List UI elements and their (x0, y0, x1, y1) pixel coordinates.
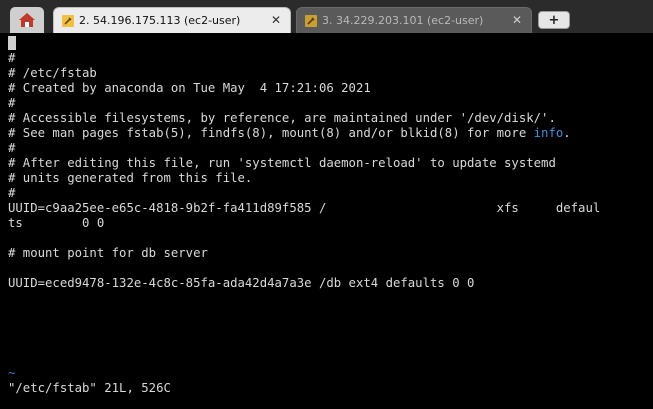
tab-session-2[interactable]: 2. 54.196.175.113 (ec2-user) ✕ (53, 7, 291, 33)
tab-bar: 2. 54.196.175.113 (ec2-user) ✕ 3. 34.229… (0, 0, 653, 33)
wrench-icon (305, 14, 317, 27)
terminal-line: # (8, 186, 16, 200)
empty-line-marker: ~ (8, 366, 16, 380)
terminal-line: # Accessible filesystems, by reference, … (8, 111, 556, 125)
wrench-icon (62, 14, 74, 27)
new-tab-button[interactable]: + (538, 11, 570, 29)
terminal-view[interactable]: # # /etc/fstab # Created by anaconda on … (0, 33, 653, 409)
tab-close-button[interactable]: ✕ (512, 13, 522, 27)
terminal-text: # See man pages fstab(5), findfs(8), mou… (8, 126, 534, 140)
terminal-line: # units generated from this file. (8, 171, 253, 185)
terminal-line: # Created by anaconda on Tue May 4 17:21… (8, 81, 371, 95)
cursor (8, 36, 16, 50)
terminal-line: # (8, 141, 16, 155)
terminal-line: UUID=c9aa25ee-e65c-4818-9b2f-fa411d89f58… (8, 201, 601, 215)
terminal-line: ts 0 0 (8, 216, 105, 230)
info-keyword: info (533, 126, 564, 140)
terminal-line: # /etc/fstab (8, 66, 97, 80)
terminal-line: # After editing this file, run 'systemct… (8, 156, 556, 170)
terminal-line: UUID=eced9478-132e-4c8c-85fa-ada42d4a7a3… (8, 276, 475, 290)
plus-icon: + (548, 12, 560, 28)
terminal-line: # See man pages fstab(5), findfs(8), mou… (8, 126, 571, 141)
status-line: "/etc/fstab" 21L, 526C (8, 381, 171, 395)
home-icon (19, 13, 35, 27)
terminal-line: # (8, 96, 16, 110)
tab-label: 3. 34.229.203.101 (ec2-user) (322, 14, 484, 27)
tab-label: 2. 54.196.175.113 (ec2-user) (79, 14, 241, 27)
terminal-line: # mount point for db server (8, 246, 208, 260)
terminal-text: . (563, 126, 571, 140)
tab-session-3[interactable]: 3. 34.229.203.101 (ec2-user) ✕ (296, 7, 532, 33)
tab-close-button[interactable]: ✕ (271, 13, 281, 27)
terminal-line: # (8, 51, 16, 65)
home-tab[interactable] (10, 7, 44, 33)
